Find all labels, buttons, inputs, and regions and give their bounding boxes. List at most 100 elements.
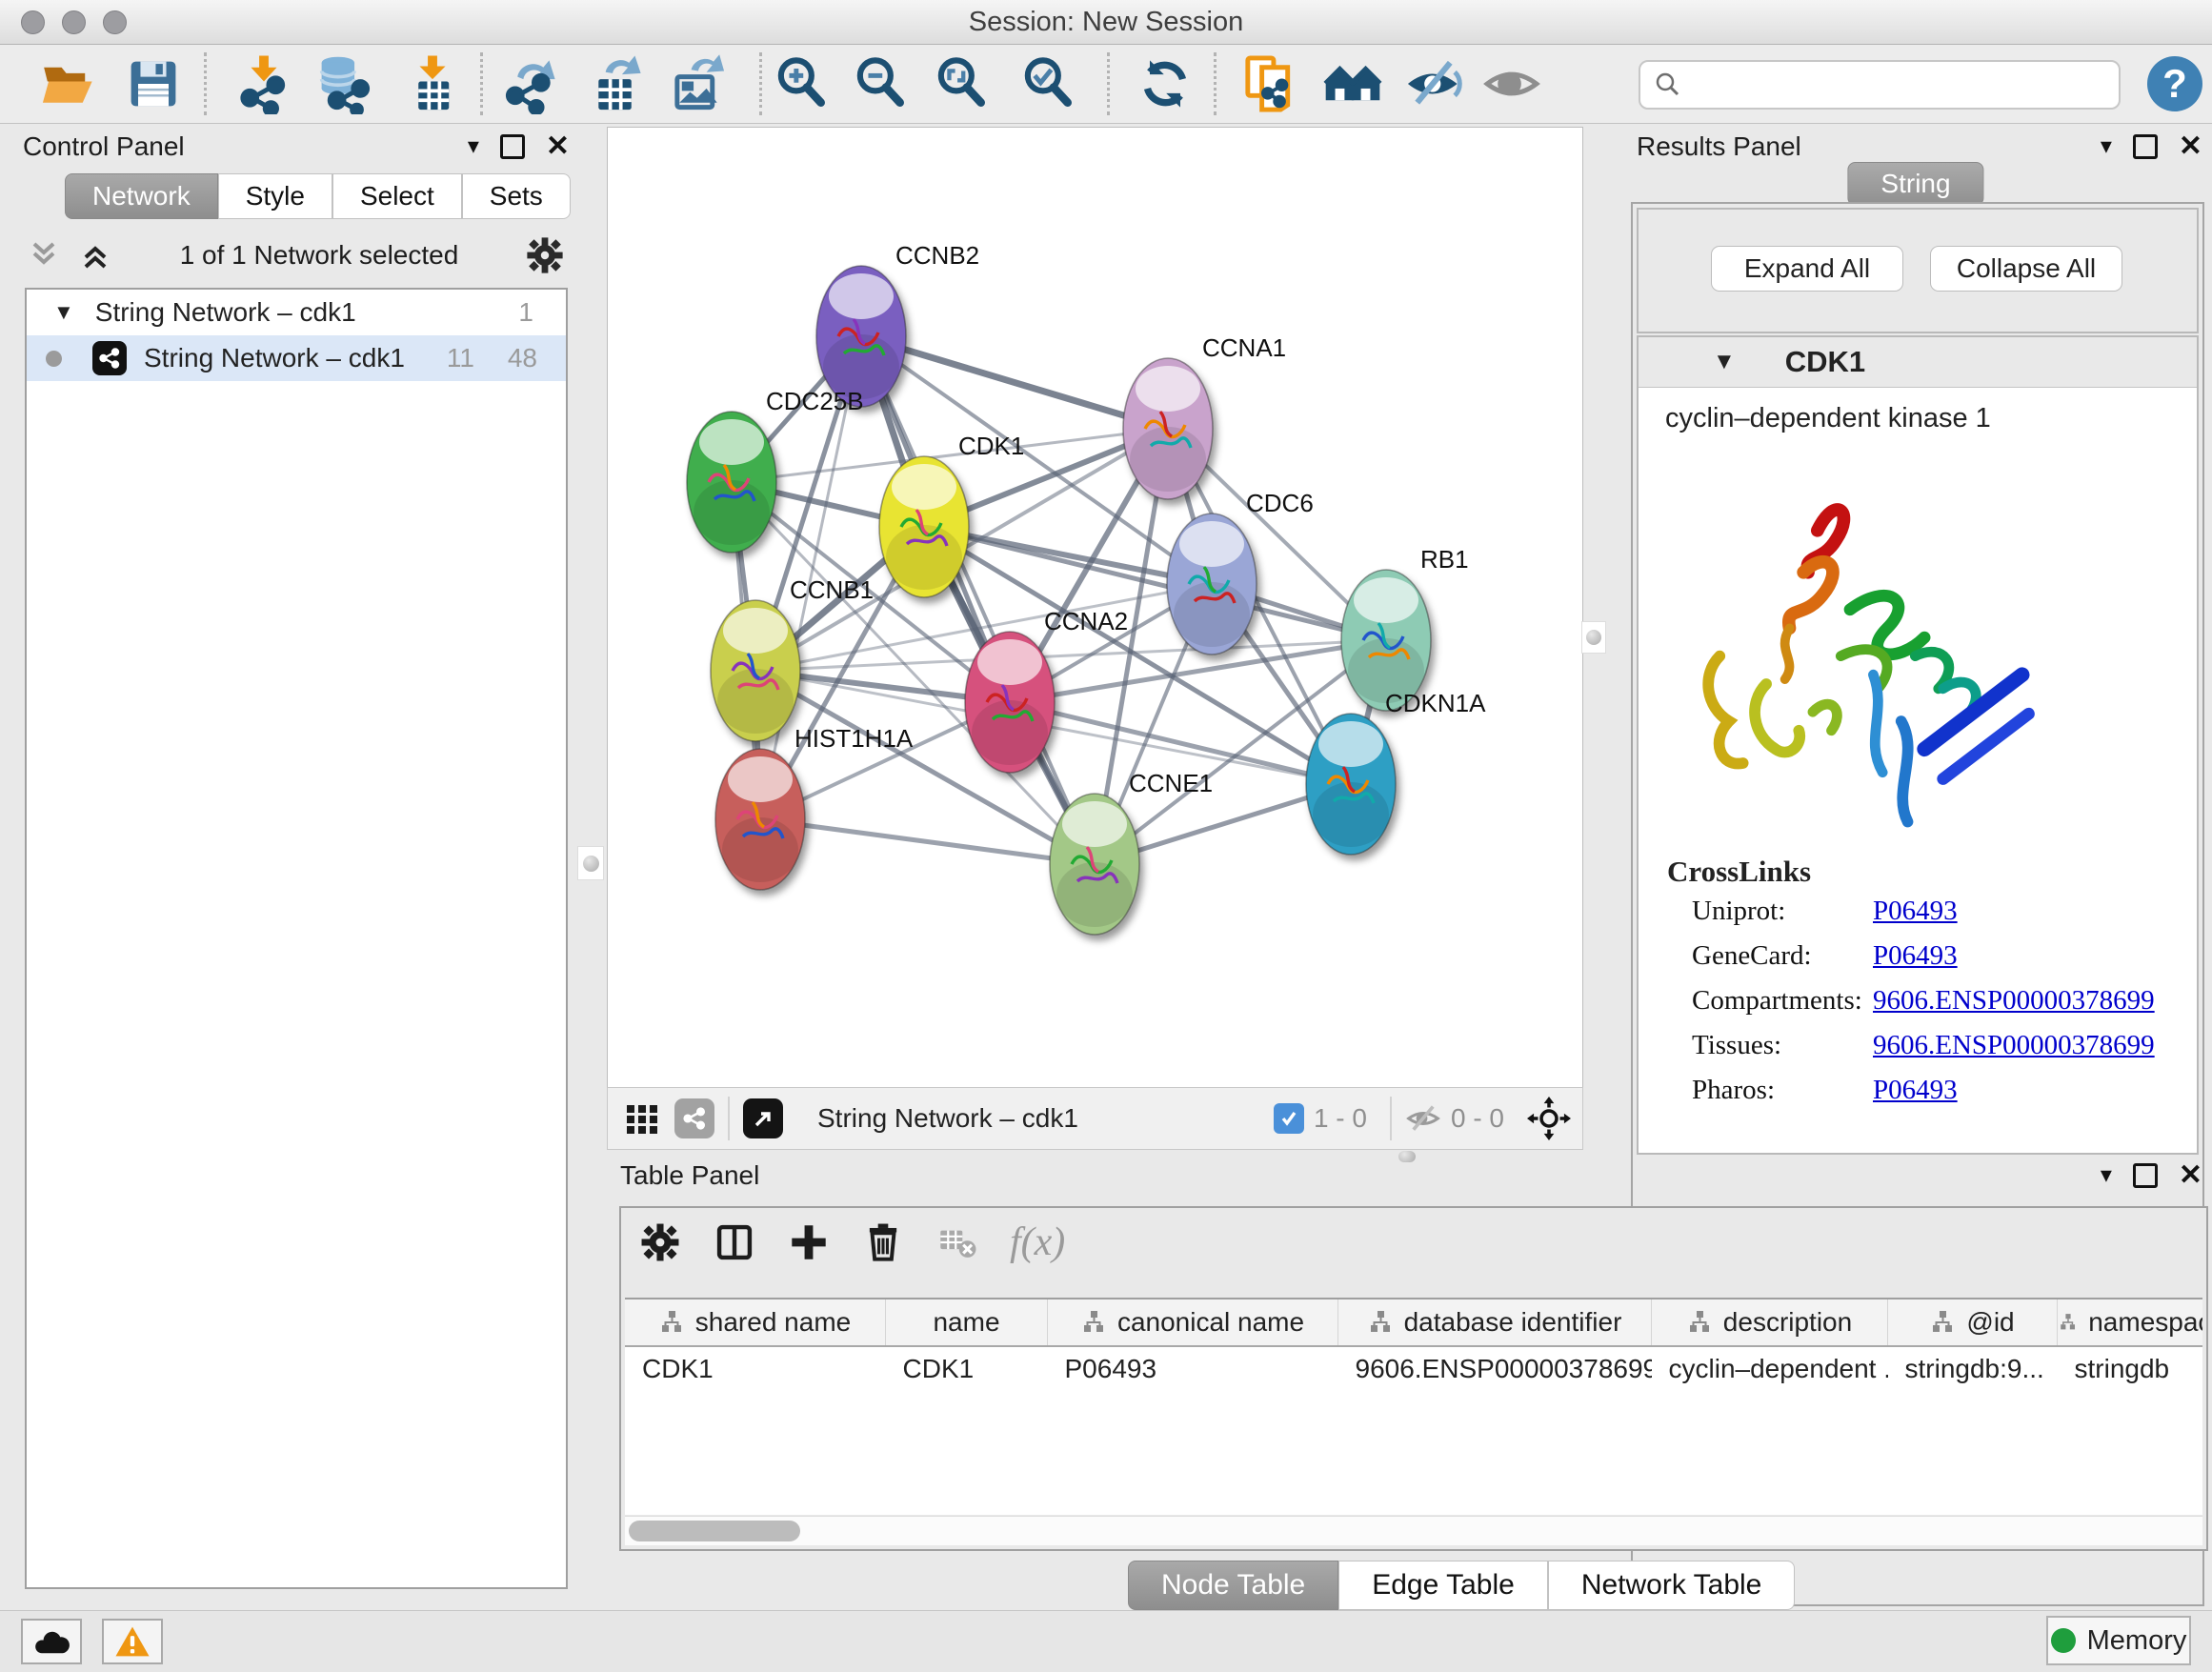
table-options-gear-icon[interactable] bbox=[638, 1220, 682, 1264]
import-network-button[interactable] bbox=[233, 53, 294, 114]
column-header-description[interactable]: description bbox=[1652, 1299, 1888, 1346]
network-node-cdkn1a[interactable] bbox=[1306, 714, 1396, 855]
column-header-shared-name[interactable]: shared name bbox=[625, 1299, 886, 1346]
search-box[interactable] bbox=[1639, 60, 2121, 110]
grid-view-icon[interactable] bbox=[623, 1099, 661, 1138]
table-cell[interactable]: 9606.ENSP00000378699 bbox=[1338, 1346, 1652, 1391]
help-button[interactable]: ? bbox=[2147, 56, 2202, 111]
table-cell[interactable]: cyclin–dependent ... bbox=[1652, 1346, 1888, 1391]
results-panel-menu-icon[interactable]: ▾ bbox=[2101, 132, 2112, 160]
gene-collapse-icon[interactable]: ▼ bbox=[1713, 349, 1736, 375]
expand-all-icon[interactable] bbox=[76, 236, 114, 274]
search-input[interactable] bbox=[1682, 70, 2119, 101]
home-networks-button[interactable] bbox=[1322, 53, 1383, 114]
table-cell[interactable]: CDK1 bbox=[625, 1346, 886, 1391]
network-collection-row[interactable]: ▼ String Network – cdk1 1 bbox=[27, 290, 566, 335]
table-cell[interactable]: CDK1 bbox=[886, 1346, 1048, 1391]
zoom-window-button[interactable] bbox=[103, 10, 127, 34]
warnings-button[interactable] bbox=[102, 1619, 163, 1664]
column-header-namespace[interactable]: namespace bbox=[2058, 1299, 2203, 1346]
table-cell[interactable]: P06493 bbox=[1048, 1346, 1338, 1391]
column-header-database-identifier[interactable]: database identifier bbox=[1338, 1299, 1652, 1346]
control-panel-close-icon[interactable]: ✕ bbox=[546, 130, 570, 163]
crosslink-link[interactable]: P06493 bbox=[1873, 1075, 1958, 1106]
network-edge[interactable] bbox=[760, 819, 1095, 864]
network-node-ccna1[interactable] bbox=[1123, 358, 1213, 499]
network-node-hist1h1a[interactable] bbox=[715, 749, 805, 890]
export-table-button[interactable] bbox=[587, 53, 648, 114]
tab-edge-table[interactable]: Edge Table bbox=[1338, 1561, 1548, 1610]
zoom-in-button[interactable] bbox=[772, 53, 833, 114]
table-panel-menu-icon[interactable]: ▾ bbox=[2101, 1161, 2112, 1189]
tab-select[interactable]: Select bbox=[332, 173, 462, 219]
crosslink-link[interactable]: P06493 bbox=[1873, 896, 1958, 927]
tab-style[interactable]: Style bbox=[218, 173, 332, 219]
close-window-button[interactable] bbox=[21, 10, 45, 34]
fit-content-crosshair-icon[interactable] bbox=[1527, 1097, 1571, 1140]
table-panel-close-icon[interactable]: ✕ bbox=[2179, 1158, 2202, 1192]
tab-network-table[interactable]: Network Table bbox=[1548, 1561, 1796, 1610]
control-panel-float-icon[interactable] bbox=[500, 134, 525, 159]
open-in-window-icon[interactable] bbox=[743, 1098, 783, 1138]
column-header-canonical-name[interactable]: canonical name bbox=[1048, 1299, 1338, 1346]
zoom-out-button[interactable] bbox=[851, 53, 912, 114]
show-hidden-eye-icon[interactable] bbox=[1481, 53, 1542, 114]
collection-expand-icon[interactable]: ▼ bbox=[53, 300, 74, 325]
tab-string[interactable]: String bbox=[1847, 162, 1983, 206]
zoom-selected-button[interactable] bbox=[1018, 53, 1079, 114]
export-image-button[interactable] bbox=[668, 53, 729, 114]
table-cell[interactable]: stringdb bbox=[2058, 1346, 2203, 1391]
collapse-all-icon[interactable] bbox=[25, 236, 63, 274]
left-splitter-handle[interactable] bbox=[577, 846, 604, 880]
network-graph[interactable]: CCNB2CCNA1CDC25BCDK1CDC6RB1CCNB1CCNA2CDK… bbox=[608, 128, 1580, 1085]
zoom-fit-button[interactable] bbox=[932, 53, 993, 114]
expand-all-button[interactable]: Expand All bbox=[1711, 246, 1903, 292]
network-options-gear-icon[interactable] bbox=[524, 234, 566, 276]
network-row[interactable]: String Network – cdk1 11 48 bbox=[27, 335, 566, 381]
selected-checkbox-icon[interactable] bbox=[1274, 1103, 1304, 1134]
column-header-name[interactable]: name bbox=[886, 1299, 1048, 1346]
control-panel-menu-icon[interactable]: ▾ bbox=[468, 132, 479, 160]
crosslink-link[interactable]: P06493 bbox=[1873, 940, 1958, 972]
table-horizontal-scrollbar[interactable] bbox=[625, 1516, 2202, 1545]
network-node-ccna2[interactable] bbox=[965, 632, 1055, 773]
clone-network-button[interactable] bbox=[1238, 53, 1299, 114]
memory-button[interactable]: Memory bbox=[2046, 1616, 2191, 1665]
network-node-ccnb2[interactable] bbox=[816, 266, 906, 407]
table-row[interactable]: CDK1CDK1P064939606.ENSP00000378699cyclin… bbox=[625, 1346, 2202, 1391]
cloud-status-button[interactable] bbox=[21, 1619, 82, 1664]
network-edge[interactable] bbox=[861, 336, 1168, 429]
network-node-cdc6[interactable] bbox=[1167, 514, 1257, 655]
hide-unhide-button[interactable] bbox=[1403, 53, 1464, 114]
results-panel-float-icon[interactable] bbox=[2133, 134, 2158, 159]
import-table-button[interactable] bbox=[402, 53, 463, 114]
network-node-cdk1[interactable] bbox=[879, 456, 969, 597]
network-edge[interactable] bbox=[861, 336, 1095, 864]
network-node-cdc25b[interactable] bbox=[687, 412, 776, 553]
import-network-from-database-button[interactable] bbox=[313, 53, 374, 114]
right-splitter-handle[interactable] bbox=[1581, 621, 1606, 654]
save-session-button[interactable] bbox=[123, 53, 184, 114]
scrollbar-thumb[interactable] bbox=[629, 1521, 800, 1541]
export-network-button[interactable] bbox=[501, 53, 562, 114]
table-cell[interactable]: stringdb:9... bbox=[1888, 1346, 2058, 1391]
minimize-window-button[interactable] bbox=[62, 10, 86, 34]
network-node-ccnb1[interactable] bbox=[711, 600, 800, 741]
table-header-row[interactable]: shared namenamecanonical namedatabase id… bbox=[625, 1299, 2202, 1346]
refresh-view-button[interactable] bbox=[1135, 53, 1196, 114]
tab-sets[interactable]: Sets bbox=[462, 173, 571, 219]
tab-node-table[interactable]: Node Table bbox=[1128, 1561, 1338, 1610]
table-panel-float-icon[interactable] bbox=[2133, 1163, 2158, 1188]
crosslink-link[interactable]: 9606.ENSP00000378699 bbox=[1873, 1030, 2155, 1061]
gene-entry-header[interactable]: ▼ CDK1 bbox=[1639, 337, 2197, 387]
open-session-button[interactable] bbox=[38, 53, 99, 114]
show-column-icon[interactable] bbox=[713, 1220, 756, 1264]
tab-network[interactable]: Network bbox=[65, 173, 218, 219]
network-view-mode-icon[interactable] bbox=[674, 1098, 714, 1138]
delete-column-trash-icon[interactable] bbox=[861, 1220, 905, 1264]
column-header--id[interactable]: @id bbox=[1888, 1299, 2058, 1346]
crosslink-link[interactable]: 9606.ENSP00000378699 bbox=[1873, 985, 2155, 1017]
collapse-all-button[interactable]: Collapse All bbox=[1930, 246, 2122, 292]
create-column-plus-icon[interactable] bbox=[787, 1220, 831, 1264]
network-view-canvas[interactable]: CCNB2CCNA1CDC25BCDK1CDC6RB1CCNB1CCNA2CDK… bbox=[607, 127, 1583, 1088]
